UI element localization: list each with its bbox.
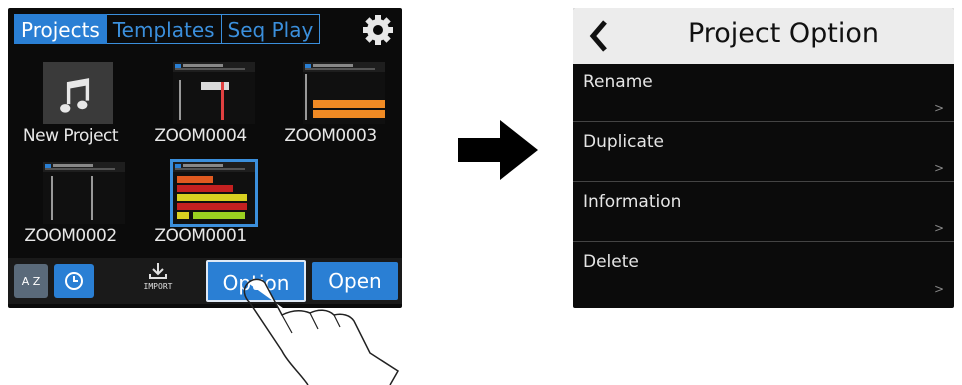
clock-icon bbox=[65, 272, 83, 290]
project-tile[interactable]: ZOOM0003 bbox=[268, 54, 393, 154]
music-note-icon bbox=[43, 62, 113, 124]
project-name: ZOOM0004 bbox=[154, 126, 247, 146]
tab-templates[interactable]: Templates bbox=[106, 14, 222, 44]
chevron-right-icon: > bbox=[933, 282, 944, 296]
project-name: ZOOM0001 bbox=[154, 226, 247, 246]
page-title: Project Option bbox=[687, 18, 880, 49]
chevron-right-icon: > bbox=[933, 161, 944, 175]
menu-item-rename[interactable]: Rename > bbox=[573, 64, 954, 122]
project-thumbnail bbox=[173, 62, 255, 124]
project-thumbnail bbox=[170, 159, 258, 227]
tab-seq-play[interactable]: Seq Play bbox=[221, 14, 321, 44]
project-tile-new[interactable]: New Project bbox=[8, 54, 133, 154]
import-button[interactable]: IMPORT bbox=[138, 262, 178, 302]
chevron-right-icon: > bbox=[933, 101, 944, 115]
menu-item-information[interactable]: Information > bbox=[573, 184, 954, 242]
project-name: New Project bbox=[22, 126, 119, 146]
right-arrow-icon bbox=[458, 120, 538, 180]
project-grid: New Project ZOOM0004 ZOOM0003 ZOOM0002 Z… bbox=[8, 54, 402, 254]
header: Project Option bbox=[573, 8, 954, 64]
sort-alphabetical-button[interactable]: A Z bbox=[14, 264, 48, 298]
project-option-screen: Project Option Rename > Duplicate > Info… bbox=[573, 8, 954, 308]
menu-item-label: Duplicate bbox=[583, 132, 664, 152]
tab-bar: Projects Templates Seq Play bbox=[14, 14, 356, 46]
project-thumbnail bbox=[43, 162, 125, 224]
sort-az-icon: A Z bbox=[21, 275, 41, 288]
project-name: ZOOM0003 bbox=[284, 126, 377, 146]
project-name: ZOOM0002 bbox=[24, 226, 117, 246]
menu-item-label: Information bbox=[583, 192, 682, 212]
tab-projects[interactable]: Projects bbox=[14, 14, 107, 44]
menu-item-label: Delete bbox=[583, 252, 639, 272]
project-tile-selected[interactable]: ZOOM0001 bbox=[138, 154, 263, 254]
menu-item-label: Rename bbox=[583, 72, 653, 92]
project-tile[interactable]: ZOOM0004 bbox=[138, 54, 263, 154]
chevron-left-icon[interactable] bbox=[587, 18, 611, 54]
project-tile[interactable]: ZOOM0002 bbox=[8, 154, 133, 254]
menu-item-delete[interactable]: Delete > bbox=[573, 244, 954, 302]
chevron-right-icon: > bbox=[933, 221, 944, 235]
gear-icon[interactable] bbox=[362, 14, 394, 46]
import-label: IMPORT bbox=[143, 282, 173, 291]
sort-by-date-button[interactable] bbox=[54, 264, 94, 298]
project-thumbnail bbox=[303, 62, 385, 124]
pointing-hand-icon bbox=[243, 278, 400, 385]
project-list-screen: Projects Templates Seq Play New Project bbox=[8, 8, 402, 308]
download-icon bbox=[149, 263, 167, 279]
menu-item-duplicate[interactable]: Duplicate > bbox=[573, 124, 954, 182]
